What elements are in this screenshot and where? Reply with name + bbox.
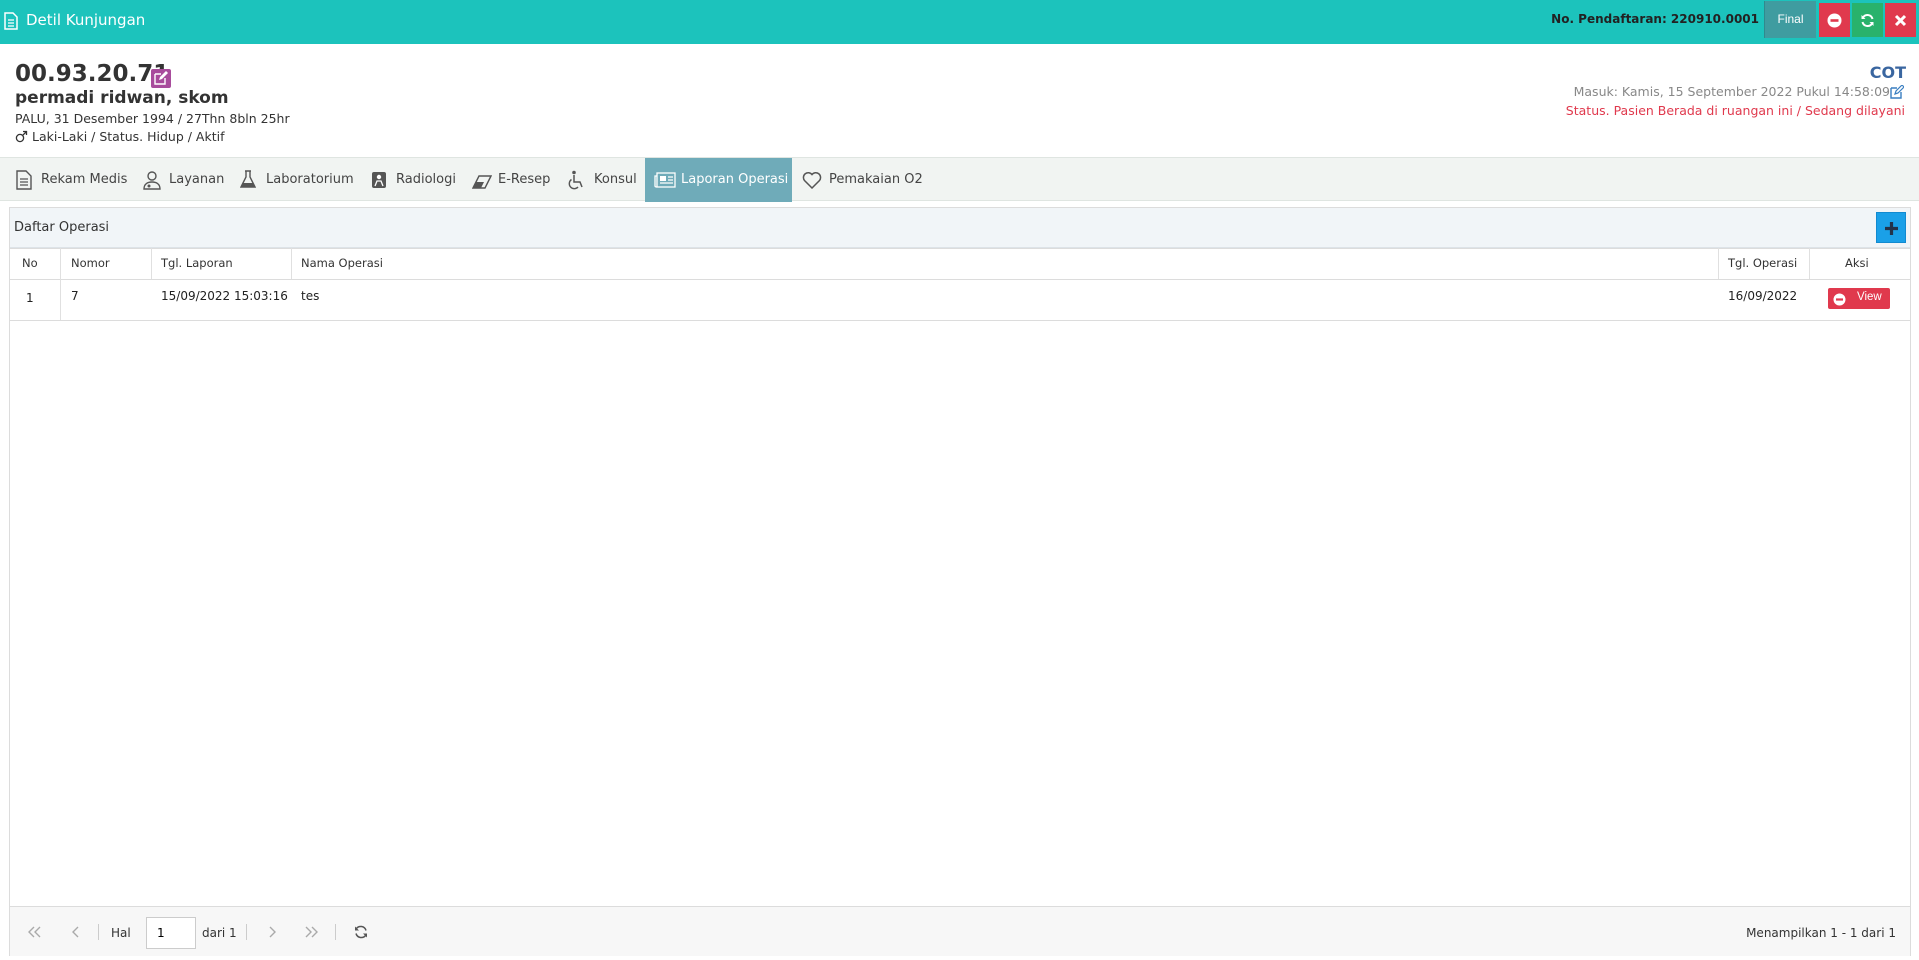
tab-label: E-Resep xyxy=(498,172,551,187)
tab-label: Laboratorium xyxy=(266,172,354,187)
refresh-button[interactable] xyxy=(1852,3,1883,37)
window-titlebar: Detil Kunjungan No. Pendaftaran: 220910.… xyxy=(0,0,1919,44)
doctor-icon xyxy=(143,171,161,190)
close-button[interactable] xyxy=(1885,3,1916,37)
wheelchair-icon xyxy=(568,170,583,190)
cell-nomor: 7 xyxy=(71,289,79,303)
column-header-nomor: Nomor xyxy=(71,256,110,270)
tab-e-resep[interactable]: E-Resep xyxy=(472,158,552,202)
window-title: Detil Kunjungan xyxy=(26,11,146,29)
tab-label: Konsul xyxy=(594,172,637,187)
add-operation-button[interactable] xyxy=(1876,212,1906,243)
tab-laboratorium[interactable]: Laboratorium xyxy=(240,158,354,202)
last-page-icon[interactable] xyxy=(304,924,320,940)
column-divider xyxy=(151,248,152,279)
xray-icon xyxy=(372,172,386,188)
tab-layanan[interactable]: Layanan xyxy=(143,158,225,202)
column-divider xyxy=(1718,248,1719,279)
tab-pemakaian-o2[interactable]: Pemakaian O2 xyxy=(802,158,923,202)
cell-no: 1 xyxy=(26,291,34,305)
male-icon xyxy=(15,130,28,143)
document-icon xyxy=(4,12,18,30)
page-label: Hal xyxy=(111,926,131,940)
separator xyxy=(246,924,247,940)
stop-button[interactable] xyxy=(1819,3,1850,37)
registration-number: No. Pendaftaran: 220910.0001 xyxy=(1551,12,1759,26)
tab-konsul[interactable]: Konsul xyxy=(567,158,637,202)
newspaper-icon xyxy=(654,172,676,188)
column-header-tgl-laporan: Tgl. Laporan xyxy=(161,256,233,270)
panel-title: Daftar Operasi xyxy=(14,220,110,235)
tab-radiologi[interactable]: Radiologi xyxy=(371,158,456,202)
next-page-icon[interactable] xyxy=(264,924,280,940)
separator xyxy=(98,924,99,940)
unit-label: COT xyxy=(1869,63,1906,82)
operation-list-panel: Daftar Operasi No Nomor Tgl. Laporan Nam… xyxy=(9,207,1911,956)
tab-rekam-medis[interactable]: Rekam Medis xyxy=(15,158,127,202)
medical-record-number: 00.93.20.71 xyxy=(15,61,170,87)
pagination-bar: Hal dari 1 Menampilkan 1 - 1 dari 1 xyxy=(10,906,1910,956)
tab-label: Layanan xyxy=(169,172,225,187)
divider xyxy=(10,279,1910,280)
prev-page-icon[interactable] xyxy=(68,924,84,940)
patient-name: permadi ridwan, skom xyxy=(15,88,229,108)
cell-tgl-laporan: 15/09/2022 15:03:16 xyxy=(161,289,288,303)
minus-circle-icon xyxy=(1827,13,1842,28)
patient-birth-info: PALU, 31 Desember 1994 / 27Thn 8bln 25hr xyxy=(15,111,290,126)
patient-status-line: Laki-Laki / Status. Hidup / Aktif xyxy=(15,129,225,144)
first-page-icon[interactable] xyxy=(26,924,42,940)
patient-location-status: Status. Pasien Berada di ruangan ini / S… xyxy=(1565,103,1905,118)
column-header-tgl-operasi: Tgl. Operasi xyxy=(1728,256,1798,270)
edit-icon xyxy=(154,71,168,85)
plus-icon xyxy=(1885,222,1898,235)
tab-label: Radiologi xyxy=(396,172,456,187)
divider xyxy=(10,248,1910,249)
tab-label: Pemakaian O2 xyxy=(829,172,923,187)
document-icon xyxy=(16,170,32,190)
column-header-aksi: Aksi xyxy=(1845,256,1869,270)
column-divider xyxy=(291,248,292,279)
edit-admission-icon[interactable] xyxy=(1890,85,1904,99)
close-icon xyxy=(1894,14,1907,27)
admission-datetime: Masuk: Kamis, 15 September 2022 Pukul 14… xyxy=(1573,84,1890,99)
refresh-icon[interactable] xyxy=(353,924,369,940)
tab-bar: Rekam Medis Layanan Laboratorium Radiolo… xyxy=(0,157,1919,202)
divider xyxy=(10,320,1910,321)
minus-circle-icon xyxy=(1833,293,1846,306)
final-button[interactable]: Final xyxy=(1764,1,1816,38)
page-number-input[interactable] xyxy=(146,917,196,949)
column-header-no: No xyxy=(22,256,38,270)
heart-icon xyxy=(802,172,822,189)
total-pages-label: dari 1 xyxy=(202,926,237,940)
flask-icon xyxy=(240,170,256,188)
column-header-nama-operasi: Nama Operasi xyxy=(301,256,383,270)
separator xyxy=(335,924,336,940)
column-divider xyxy=(60,248,61,320)
cell-nama-operasi: tes xyxy=(301,289,320,303)
column-divider xyxy=(1809,248,1810,279)
view-button-label: View xyxy=(1857,291,1882,303)
tab-laporan-operasi[interactable]: Laporan Operasi xyxy=(645,158,792,202)
pagination-summary: Menampilkan 1 - 1 dari 1 xyxy=(1746,926,1896,940)
panel-header: Daftar Operasi xyxy=(10,208,1910,248)
refresh-icon xyxy=(1861,14,1874,27)
cell-tgl-operasi: 16/09/2022 xyxy=(1728,289,1798,303)
tab-label: Laporan Operasi xyxy=(681,172,789,187)
patient-status: Laki-Laki / Status. Hidup / Aktif xyxy=(31,129,225,144)
view-button[interactable]: View xyxy=(1828,288,1890,309)
eraser-icon xyxy=(472,175,492,189)
tab-label: Rekam Medis xyxy=(41,172,128,187)
edit-patient-button[interactable] xyxy=(151,69,171,88)
